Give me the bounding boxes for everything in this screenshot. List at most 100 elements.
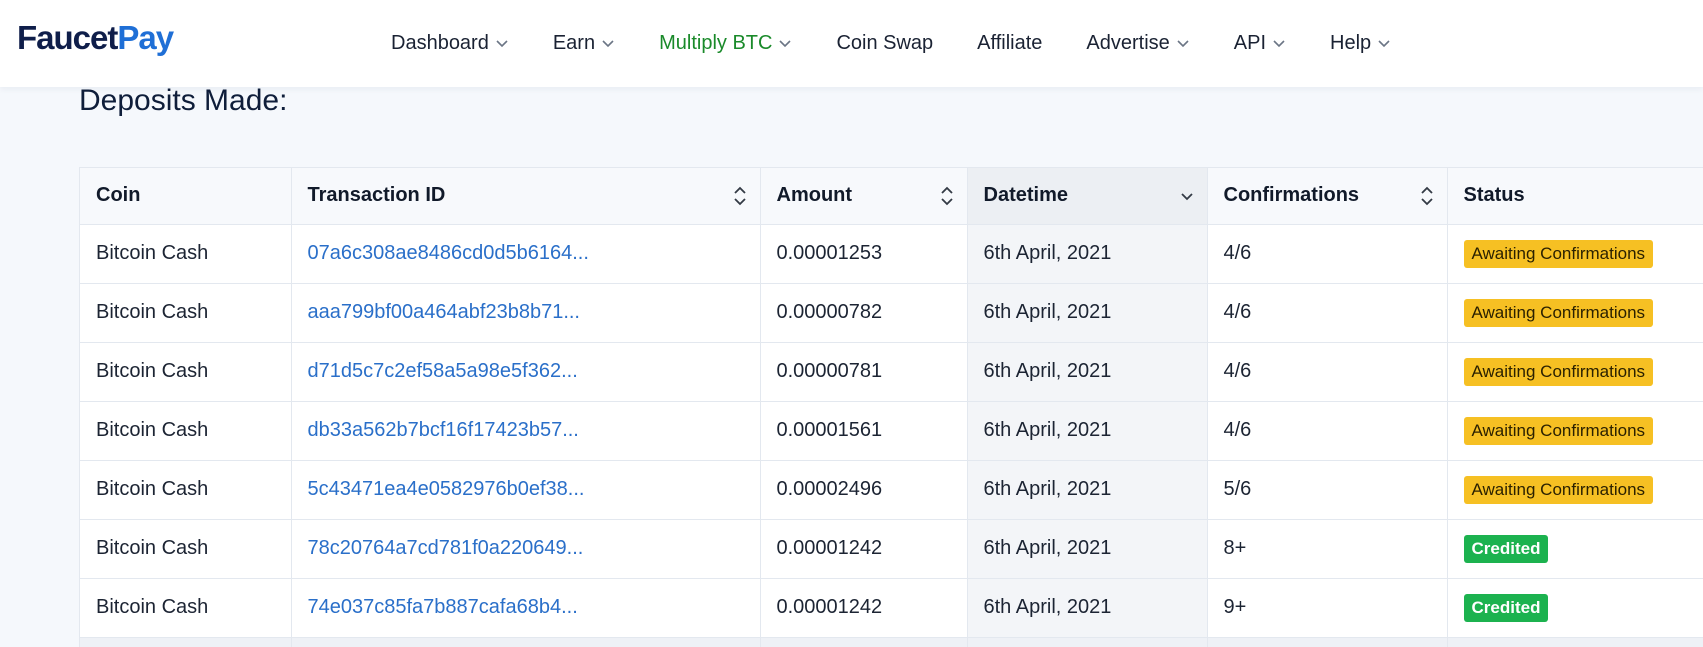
cell-amount-text: 0.00001242 [776,596,883,618]
cell-empty [967,637,1208,647]
cell-txid: d71d5c7c2ef58a5a98e5f362... [291,342,761,402]
cell-amount: 0.00001242 [760,519,968,579]
status-badge: Credited [1463,593,1549,622]
table-body: Bitcoin Cash 07a6c308ae8486cd0d5b6164... 0… [80,224,1703,647]
transaction-id-link[interactable]: 5c43471ea4e0582976b0ef38... [308,478,585,500]
transaction-id-link[interactable]: d71d5c7c2ef58a5a98e5f362... [308,360,578,382]
cell-confirmations: 4/6 [1207,283,1448,343]
transaction-id-link[interactable]: aaa799bf00a464abf23b8b71... [308,301,581,323]
cell-coin: Bitcoin Cash [80,519,292,579]
cell-confirmations-text: 4/6 [1223,301,1252,323]
chevron-down-icon [1272,36,1286,50]
table-row: Bitcoin Cash 78c20764a7cd781f0a220649... 0… [80,519,1703,579]
cell-coin-text: Bitcoin Cash [96,242,209,264]
nav-item-earn[interactable]: Earn [553,32,615,55]
sort-icon[interactable] [939,185,955,207]
chevron-down-icon [1377,36,1391,50]
cell-amount: 0.00000782 [760,283,968,343]
cell-status: Credited [1447,578,1703,638]
table-row: Bitcoin Cash 74e037c85fa7b887cafa68b4... 0… [80,578,1703,638]
table-row-partial [80,637,1703,647]
cell-datetime-text: 6th April, 2021 [983,537,1112,559]
sort-icon[interactable] [1419,185,1435,207]
cell-confirmations: 4/6 [1207,224,1448,284]
cell-txid: 78c20764a7cd781f0a220649... [291,519,761,579]
cell-amount-text: 0.00000782 [776,301,883,323]
cell-confirmations-text: 4/6 [1223,360,1252,382]
chevron-down-icon [601,36,615,50]
transaction-id-link[interactable]: db33a562b7bcf16f17423b57... [308,419,579,441]
column-header-amount[interactable]: Amount [760,168,968,225]
cell-confirmations: 4/6 [1207,401,1448,461]
cell-datetime-text: 6th April, 2021 [983,596,1112,618]
cell-datetime: 6th April, 2021 [967,224,1208,284]
cell-amount: 0.00001242 [760,578,968,638]
nav-item-multiply-btc[interactable]: Multiply BTC [659,32,792,55]
cell-empty [1207,637,1448,647]
cell-confirmations-text: 5/6 [1223,478,1252,500]
cell-confirmations: 4/6 [1207,342,1448,402]
nav-item-help[interactable]: Help [1330,32,1391,55]
cell-coin-text: Bitcoin Cash [96,478,209,500]
cell-coin: Bitcoin Cash [80,283,292,343]
faucetpay-logo[interactable]: FaucetPay [17,19,174,57]
cell-coin-text: Bitcoin Cash [96,596,209,618]
nav-item-api[interactable]: API [1234,32,1286,55]
column-header-transaction-id[interactable]: Transaction ID [291,168,761,225]
nav-item-label: Earn [552,31,596,54]
cell-amount-text: 0.00001561 [776,419,883,441]
table-row: Bitcoin Cash aaa799bf00a464abf23b8b71... 0… [80,283,1703,343]
cell-confirmations: 5/6 [1207,460,1448,520]
sort-icon[interactable] [732,185,748,207]
column-header-datetime[interactable]: Datetime [967,168,1208,225]
cell-coin: Bitcoin Cash [80,342,292,402]
cell-confirmations-text: 4/6 [1223,419,1252,441]
table-row: Bitcoin Cash d71d5c7c2ef58a5a98e5f362... 0… [80,342,1703,402]
cell-datetime: 6th April, 2021 [967,519,1208,579]
cell-datetime-text: 6th April, 2021 [983,242,1112,264]
nav-item-label: Help [1330,31,1372,54]
nav-item-coin-swap[interactable]: Coin Swap [836,32,933,55]
column-header-label: Coin [96,184,141,207]
cell-datetime: 6th April, 2021 [967,283,1208,343]
nav-item-label: Advertise [1086,31,1170,54]
cell-coin: Bitcoin Cash [80,401,292,461]
cell-datetime-text: 6th April, 2021 [983,360,1112,382]
cell-coin-text: Bitcoin Cash [96,537,209,559]
nav-item-label: Coin Swap [836,31,934,54]
logo-text-faucet: Faucet [17,19,118,56]
column-header-label: Confirmations [1223,184,1360,207]
nav-item-label: Dashboard [391,31,489,54]
page-title: Deposits Made: [79,84,288,117]
nav-item-affiliate[interactable]: Affiliate [977,32,1042,55]
column-header-status: Status [1447,168,1703,225]
status-badge: Awaiting Confirmations [1463,416,1654,445]
cell-status: Awaiting Confirmations [1447,224,1703,284]
transaction-id-link[interactable]: 07a6c308ae8486cd0d5b6164... [308,242,589,264]
cell-coin-text: Bitcoin Cash [96,301,209,323]
cell-status: Credited [1447,519,1703,579]
cell-confirmations-text: 8+ [1223,537,1247,559]
nav-item-dashboard[interactable]: Dashboard [391,32,509,55]
column-header-label: Datetime [983,184,1068,207]
cell-status: Awaiting Confirmations [1447,283,1703,343]
cell-amount: 0.00001253 [760,224,968,284]
column-header-label: Amount [776,184,853,207]
transaction-id-link[interactable]: 74e037c85fa7b887cafa68b4... [308,596,578,618]
cell-coin: Bitcoin Cash [80,224,292,284]
cell-coin-text: Bitcoin Cash [96,360,209,382]
cell-coin: Bitcoin Cash [80,578,292,638]
sort-descending-icon[interactable] [1179,185,1195,207]
cell-status: Awaiting Confirmations [1447,460,1703,520]
cell-datetime: 6th April, 2021 [967,460,1208,520]
column-header-coin: Coin [80,168,292,225]
cell-confirmations: 8+ [1207,519,1448,579]
column-header-confirmations[interactable]: Confirmations [1207,168,1448,225]
cell-txid: 07a6c308ae8486cd0d5b6164... [291,224,761,284]
nav-item-advertise[interactable]: Advertise [1086,32,1189,55]
status-badge: Credited [1463,534,1549,563]
status-badge: Awaiting Confirmations [1463,475,1654,504]
transaction-id-link[interactable]: 78c20764a7cd781f0a220649... [308,537,584,559]
cell-empty [291,637,761,647]
cell-coin-text: Bitcoin Cash [96,419,209,441]
